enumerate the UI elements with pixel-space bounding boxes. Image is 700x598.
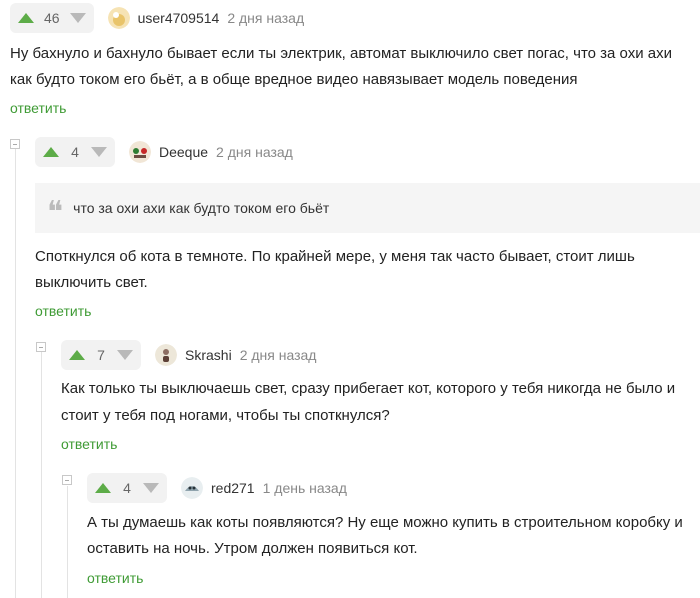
avatar[interactable] (155, 344, 177, 366)
comment-header: 4 Deeque 2 дня назад (35, 137, 293, 167)
vote-box: 4 (87, 473, 167, 503)
comment-text-line: выключить свет. (35, 274, 148, 291)
avatar[interactable] (129, 141, 151, 163)
vote-count: 4 (71, 144, 79, 160)
arrow-down-icon[interactable] (69, 13, 86, 23)
vote-box: 46 (10, 3, 94, 33)
thread-line (15, 148, 16, 598)
username[interactable]: red271 (211, 480, 255, 496)
arrow-up-icon[interactable] (18, 13, 34, 23)
arrow-down-icon[interactable] (143, 483, 159, 493)
vote-count: 7 (97, 347, 105, 363)
timestamp[interactable]: 1 день назад (263, 480, 347, 496)
comment-text-line: А ты думаешь как коты появляются? Ну еще… (87, 514, 683, 531)
vote-box: 4 (35, 137, 115, 167)
collapse-icon[interactable] (36, 342, 46, 352)
comment-text-line: Как только ты выключаешь свет, сразу при… (61, 380, 676, 397)
avatar[interactable] (181, 477, 203, 499)
quote-icon: ❝ (47, 195, 64, 230)
thread-line (41, 352, 42, 598)
username[interactable]: Skrashi (185, 347, 232, 363)
reply-button[interactable]: ответить (35, 303, 91, 319)
timestamp[interactable]: 2 дня назад (227, 10, 304, 26)
username[interactable]: Deeque (159, 144, 208, 160)
quote-text: что за охи ахи как будто током его бьёт (73, 200, 330, 216)
quote-block: ❝ что за охи ахи как будто током его бьё… (35, 183, 700, 233)
vote-box: 7 (61, 340, 141, 370)
collapse-icon[interactable] (62, 475, 72, 485)
comment-text-line: оставить на ночь. Утром должен появиться… (87, 540, 418, 557)
arrow-down-icon[interactable] (117, 350, 133, 360)
comment-header: 46 user4709514 2 дня назад (10, 3, 304, 33)
collapse-icon[interactable] (10, 139, 20, 149)
reply-button[interactable]: ответить (87, 570, 143, 586)
arrow-up-icon[interactable] (95, 483, 111, 493)
vote-count: 46 (44, 10, 60, 26)
reply-button[interactable]: ответить (61, 436, 117, 452)
thread-line (67, 486, 68, 598)
comment-text-line: как будто током его бьёт, а в обще вредн… (10, 71, 578, 88)
vote-count: 4 (123, 480, 131, 496)
arrow-up-icon[interactable] (43, 147, 59, 157)
username[interactable]: user4709514 (138, 10, 220, 26)
comment-header: 4 red271 1 день назад (87, 473, 347, 503)
reply-button[interactable]: ответить (10, 100, 66, 116)
comment-text-line: Ну бахнуло и бахнуло бывает если ты элек… (10, 45, 672, 62)
arrow-down-icon[interactable] (91, 147, 107, 157)
arrow-up-icon[interactable] (69, 350, 85, 360)
avatar[interactable] (107, 7, 130, 29)
timestamp[interactable]: 2 дня назад (216, 144, 293, 160)
timestamp[interactable]: 2 дня назад (240, 347, 317, 363)
comment-text-line: Споткнулся об кота в темноте. По крайней… (35, 248, 635, 265)
comment-text-line: стоит у тебя под ногами, чтобы ты споткн… (61, 407, 390, 424)
comment-header: 7 Skrashi 2 дня назад (61, 340, 316, 370)
